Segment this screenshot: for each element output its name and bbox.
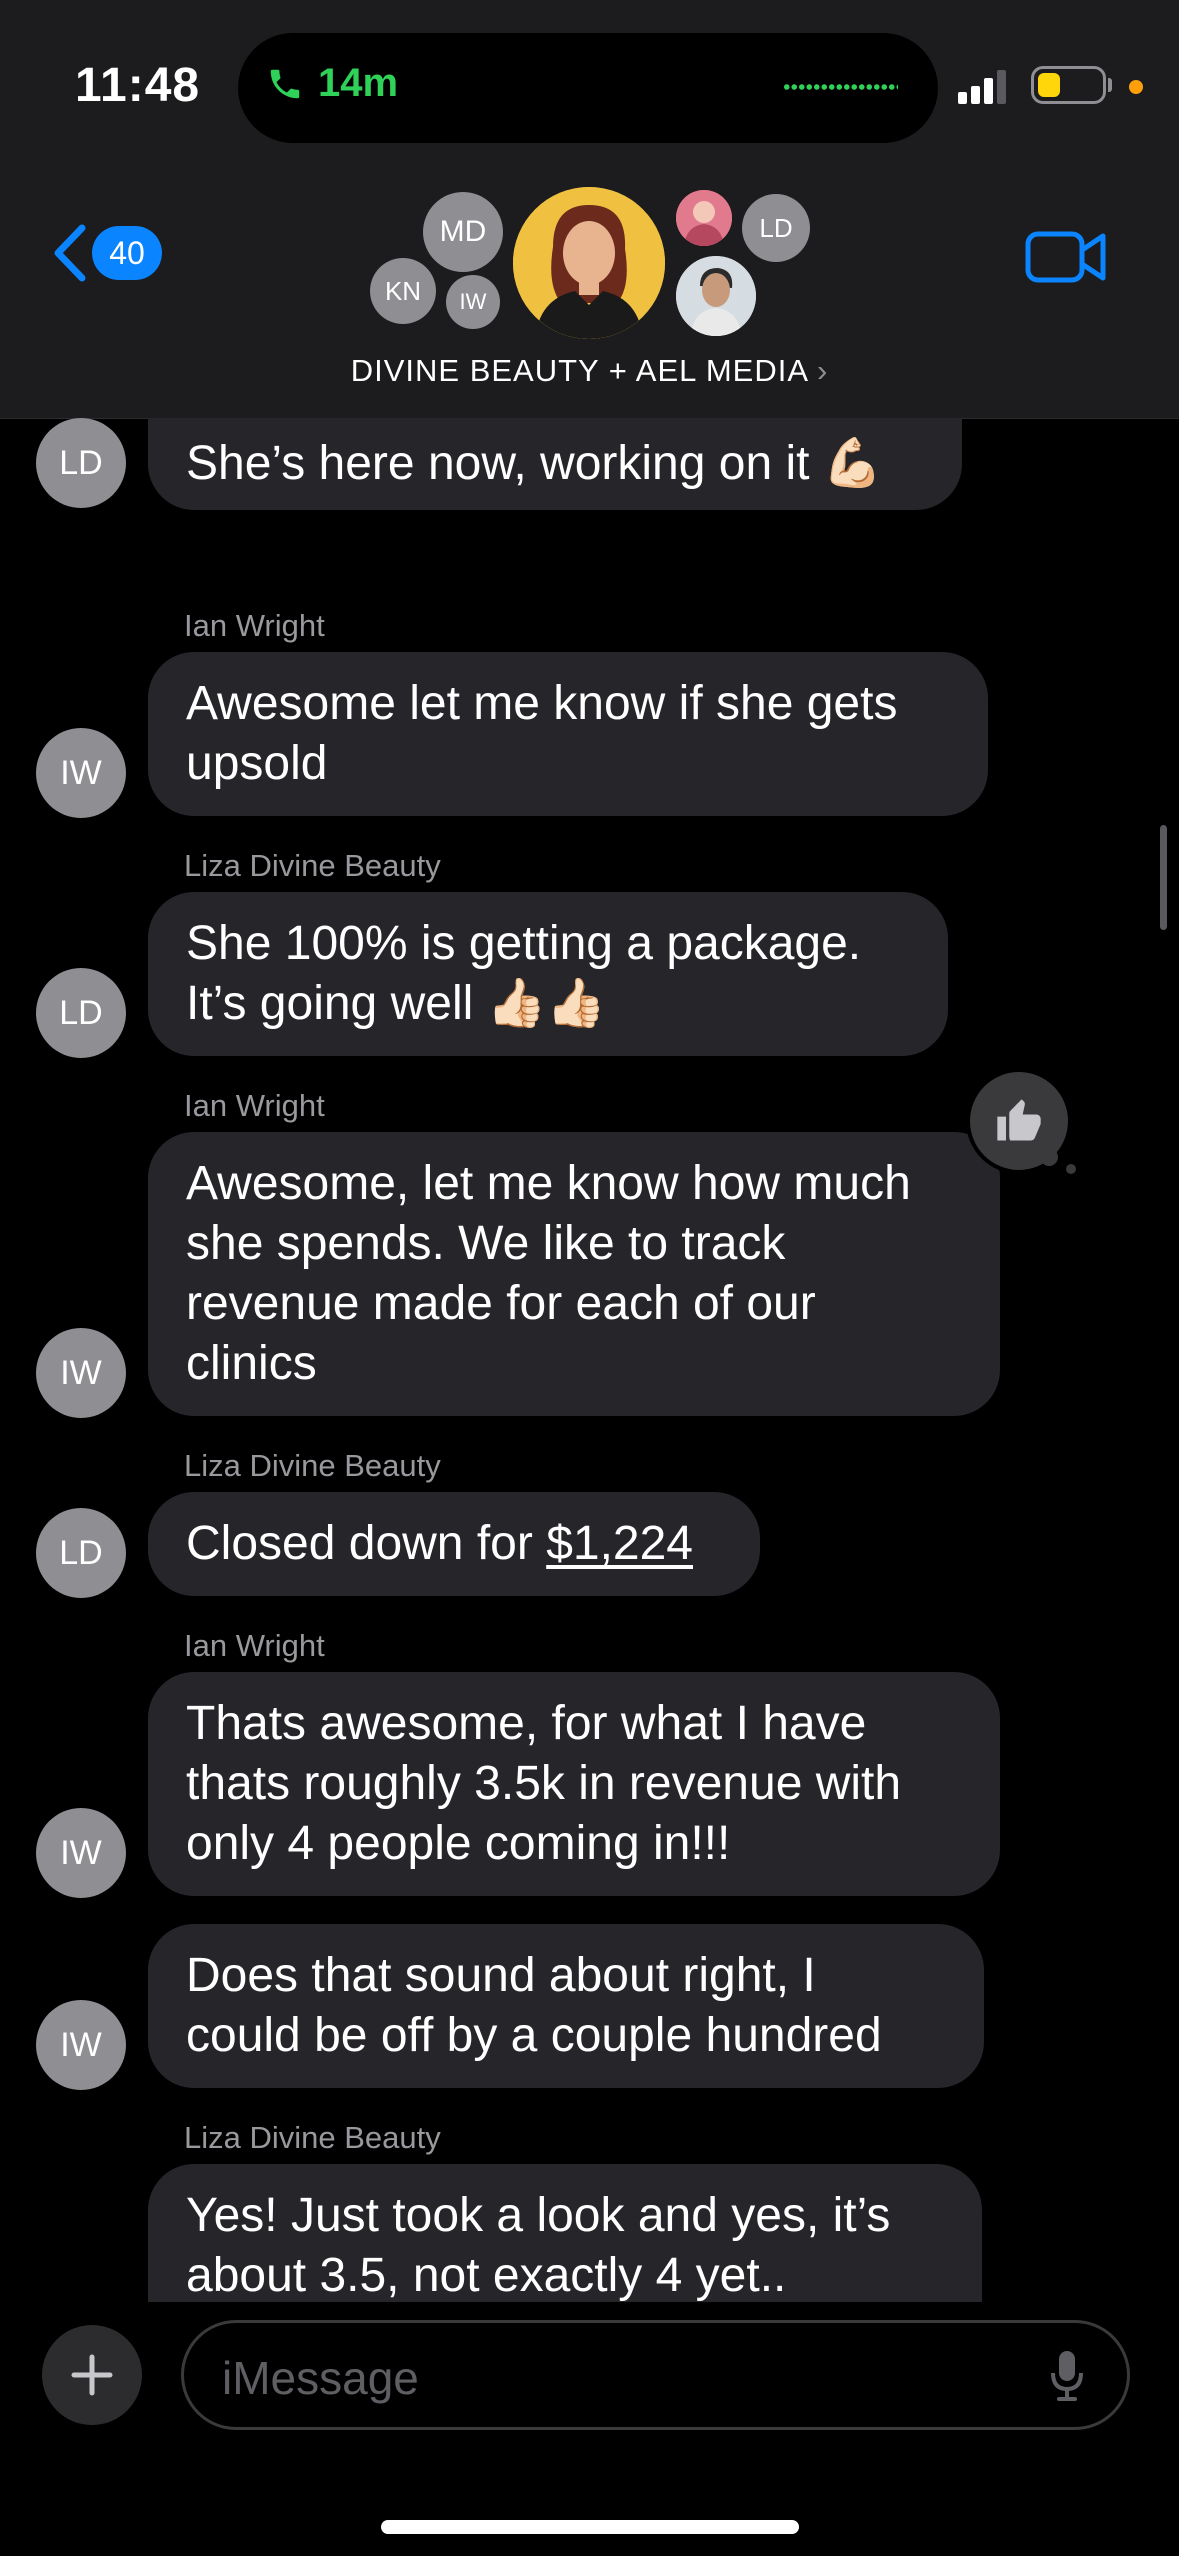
- sender-name: Liza Divine Beauty: [184, 2120, 441, 2155]
- microphone-in-use-indicator: [1129, 80, 1143, 94]
- sender-avatar[interactable]: IW: [36, 728, 126, 818]
- composer-bar: iMessage: [0, 2302, 1179, 2556]
- unread-count-badge: 40: [92, 226, 162, 280]
- message-bubble[interactable]: She’s here now, working on it 💪🏻: [148, 418, 962, 510]
- thumbs-up-icon: [997, 1099, 1041, 1141]
- amount-link[interactable]: $1,224: [546, 1514, 693, 1574]
- status-time: 11:48: [75, 59, 201, 112]
- member-photo-avatar[interactable]: [676, 190, 732, 246]
- chevron-right-icon: ›: [816, 353, 829, 388]
- conversation-header: 11:48 14m 40 MD KN IW LD DIVINE BEAUTY +…: [0, 0, 1179, 419]
- battery-nub: [1108, 78, 1112, 92]
- person-photo: [676, 190, 732, 246]
- dynamic-island[interactable]: 14m: [238, 33, 938, 143]
- audio-waveform-icon: [783, 83, 898, 91]
- avatar-md[interactable]: MD: [423, 192, 503, 272]
- message-text: Awesome let me know if she gets upsold: [186, 677, 898, 790]
- message-bubble[interactable]: She 100% is getting a package. It’s goin…: [148, 892, 948, 1056]
- group-name-label: DIVINE BEAUTY + AEL MEDIA: [350, 353, 808, 388]
- sender-avatar[interactable]: IW: [36, 1808, 126, 1898]
- back-button[interactable]: 40: [46, 222, 162, 284]
- call-indicator[interactable]: 14m: [266, 61, 398, 106]
- reaction-tail-dot: [1066, 1164, 1076, 1174]
- message-text: Closed down for: [186, 1517, 547, 1570]
- message-bubble[interactable]: Does that sound about right, I could be …: [148, 1924, 984, 2088]
- message-bubble[interactable]: Awesome, let me know how much she spends…: [148, 1132, 1000, 1416]
- message-text: Yes! Just took a look and yes, it’s abou…: [186, 2189, 891, 2302]
- sender-name: Liza Divine Beauty: [184, 848, 441, 883]
- message-text: She’s here now, working on it 💪🏻: [186, 437, 883, 490]
- message-text: Awesome, let me know how much she spends…: [186, 1157, 911, 1390]
- plus-icon: [71, 2354, 113, 2396]
- video-call-icon[interactable]: [1025, 228, 1107, 286]
- chevron-left-icon: [54, 224, 86, 282]
- phone-icon: [270, 69, 300, 98]
- reaction-tail: [1040, 1148, 1058, 1166]
- message-input-placeholder: iMessage: [222, 2352, 419, 2404]
- microphone-icon[interactable]: [1047, 2347, 1087, 2405]
- sender-avatar[interactable]: IW: [36, 2000, 126, 2090]
- sender-avatar[interactable]: LD: [36, 418, 126, 508]
- call-duration: 14m: [318, 61, 399, 105]
- person-photo: [513, 187, 665, 339]
- group-name[interactable]: DIVINE BEAUTY + AEL MEDIA ›: [0, 353, 1179, 389]
- message-bubble[interactable]: Awesome let me know if she gets upsold: [148, 652, 988, 816]
- home-indicator[interactable]: [381, 2520, 799, 2534]
- avatar-ld[interactable]: LD: [742, 194, 810, 262]
- message-bubble[interactable]: Thats awesome, for what I have thats rou…: [148, 1672, 1000, 1896]
- avatar-iw[interactable]: IW: [446, 275, 500, 329]
- cellular-signal-icon: [958, 70, 1006, 104]
- member-photo-avatar-2[interactable]: [676, 256, 756, 336]
- sender-name: Liza Divine Beauty: [184, 1448, 441, 1483]
- avatar-kn[interactable]: KN: [370, 258, 436, 324]
- scrollbar[interactable]: [1160, 825, 1167, 930]
- group-photo-avatar[interactable]: [513, 187, 665, 339]
- message-text: Thats awesome, for what I have thats rou…: [186, 1697, 902, 1870]
- sender-avatar[interactable]: IW: [36, 1328, 126, 1418]
- sender-name: Ian Wright: [184, 1628, 325, 1663]
- sender-name: Ian Wright: [184, 608, 325, 643]
- message-text: She 100% is getting a package. It’s goin…: [186, 917, 862, 1030]
- person-photo: [676, 256, 756, 336]
- sender-name: Ian Wright: [184, 1088, 325, 1123]
- add-attachment-button[interactable]: [42, 2325, 142, 2425]
- message-text: Does that sound about right, I could be …: [186, 1949, 882, 2062]
- battery-icon: [1031, 66, 1106, 104]
- sender-avatar[interactable]: LD: [36, 1508, 126, 1598]
- sender-avatar[interactable]: LD: [36, 968, 126, 1058]
- message-bubble[interactable]: Closed down for $1,224: [148, 1492, 760, 1596]
- message-input[interactable]: iMessage: [181, 2320, 1130, 2430]
